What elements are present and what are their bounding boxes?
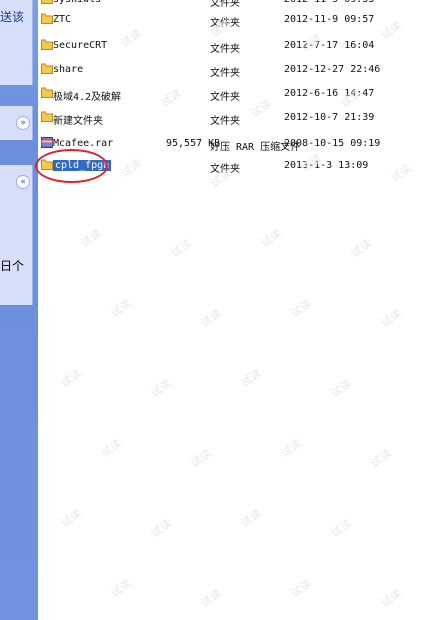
file-type: 文件夹 [210, 0, 240, 9]
file-row[interactable]: ZTC 文件夹 2012-11-9 09:57 [38, 10, 440, 30]
file-date: 2012-6-16 14:47 [284, 88, 375, 99]
file-row[interactable]: SecureCRT 文件夹 2012-7-17 16:04 [38, 36, 440, 56]
file-name: cpld_fpga [53, 160, 112, 171]
folder-icon [41, 63, 53, 74]
expand-chevron-icon[interactable]: » [16, 116, 30, 130]
file-date: 2012-11-9 09:55 [284, 0, 374, 5]
file-list[interactable]: syskiwls 文件夹 2012-11-9 09:55 ZTC 文件夹 2012-11-… [38, 0, 440, 620]
file-name: syskiwls [53, 0, 101, 5]
file-type: 文件夹 [210, 164, 240, 175]
file-date: 2013-1-3 13:09 [284, 160, 369, 171]
file-date: 2012-12-27 22:46 [284, 64, 381, 75]
file-date: 2008-10-15 09:19 [284, 138, 381, 149]
file-name: SecureCRT [53, 40, 108, 51]
file-type: 文件夹 [210, 68, 240, 79]
folder-icon [41, 87, 53, 98]
file-name: ZTC [53, 14, 72, 25]
file-date: 2012-11-9 09:57 [284, 14, 375, 25]
file-size: 95,557 KB [166, 138, 221, 149]
task-pane-top-panel: 送该 [0, 0, 33, 85]
file-name: share [53, 64, 84, 75]
file-row[interactable]: share 文件夹 2012-12-27 22:46 [38, 60, 440, 80]
file-type: 文件夹 [210, 116, 240, 127]
file-type: 文件夹 [210, 18, 240, 29]
file-row[interactable]: cpld_fpga 文件夹 2013-1-3 13:09 [38, 156, 440, 176]
task-pane-details-panel: « 日个 [0, 165, 33, 305]
file-name: Mcafee.rar [53, 138, 114, 149]
file-name: 新建文件夹 [53, 116, 103, 127]
folder-icon [41, 111, 53, 122]
folder-icon [41, 13, 53, 24]
folder-icon [41, 39, 53, 50]
file-row[interactable]: Mcafee.rar 95,557 KB 好压 RAR 压缩文件 2008-10-15… [38, 134, 440, 154]
task-pane-sidebar: 送该 » « 日个 [0, 0, 38, 620]
file-row[interactable]: syskiwls 文件夹 2012-11-9 09:55 [38, 0, 440, 10]
folder-icon [41, 0, 53, 4]
file-row[interactable]: 新建文件夹 文件夹 2012-10-7 21:39 [38, 108, 440, 128]
file-type: 文件夹 [210, 44, 240, 55]
file-row[interactable]: 极域4.2及破解 文件夹 2012-6-16 14:47 [38, 84, 440, 104]
task-pane-details-text: 日个 [0, 259, 25, 273]
collapse-chevron-icon[interactable]: « [16, 175, 30, 189]
file-name: 极域4.2及破解 [53, 92, 122, 103]
file-date: 2012-7-17 16:04 [284, 40, 375, 51]
file-type: 文件夹 [210, 92, 240, 103]
file-date: 2012-10-7 21:39 [284, 112, 375, 123]
rar-archive-icon [41, 137, 53, 148]
task-pane-collapsed-header[interactable]: » [0, 106, 33, 140]
folder-icon [41, 159, 53, 170]
task-pane-top-link[interactable]: 送该 [0, 8, 24, 25]
